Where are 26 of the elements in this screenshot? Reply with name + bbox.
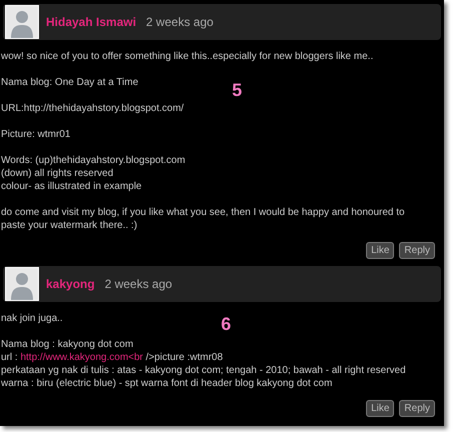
reply-button[interactable]: Reply	[399, 400, 435, 417]
author-link[interactable]: Hidayah Ismawi	[46, 13, 136, 31]
like-button[interactable]: Like	[366, 242, 394, 259]
comment-text: Words: (up)thehidayahstory.blogspot.com	[1, 154, 186, 167]
annotation-number: 5	[232, 79, 242, 102]
url-link[interactable]: http://www.kakyong.com<br	[20, 352, 144, 363]
avatar-icon	[5, 5, 39, 39]
comment-text: Nama blog: One Day at a Time	[1, 76, 138, 89]
comment-time: 2 weeks ago	[104, 276, 172, 293]
comment-text: (down) all rights reserved	[1, 167, 114, 180]
author-link[interactable]: kakyong	[46, 275, 95, 293]
comment-text: Picture: wtmr01	[1, 128, 70, 141]
avatar-icon	[5, 267, 39, 301]
comment-text: URL:http://thehidayahstory.blogspot.com/	[1, 102, 184, 115]
comment-text: perkataan yg nak di tulis : atas - kakyong dot com; tengah - 2010; bawah - all right reserved	[1, 364, 406, 377]
comment-text: colour- as illustrated in example	[1, 180, 142, 193]
reply-button[interactable]: Reply	[399, 242, 435, 259]
comment-text: nak join juga..	[1, 312, 63, 325]
comment-time: 2 weeks ago	[146, 14, 214, 31]
comment-text: warna : biru (electric blue) - spt warna font di header blog kakyong dot com	[1, 377, 332, 390]
like-button[interactable]: Like	[366, 400, 394, 417]
comment-text: url : http://www.kakyong.com<br />picture :wtmr08	[1, 351, 223, 364]
comment-text: Nama blog : kakyong dot com	[1, 338, 134, 351]
comment-text: do come and visit my blog, if you like what you see, then I would be happy and honoured to paste your watermark there.. :)	[1, 206, 406, 232]
comment-text: wow! so nice of you to offer something like this..especially for new bloggers like me..	[1, 50, 374, 63]
annotation-number: 6	[221, 313, 232, 336]
